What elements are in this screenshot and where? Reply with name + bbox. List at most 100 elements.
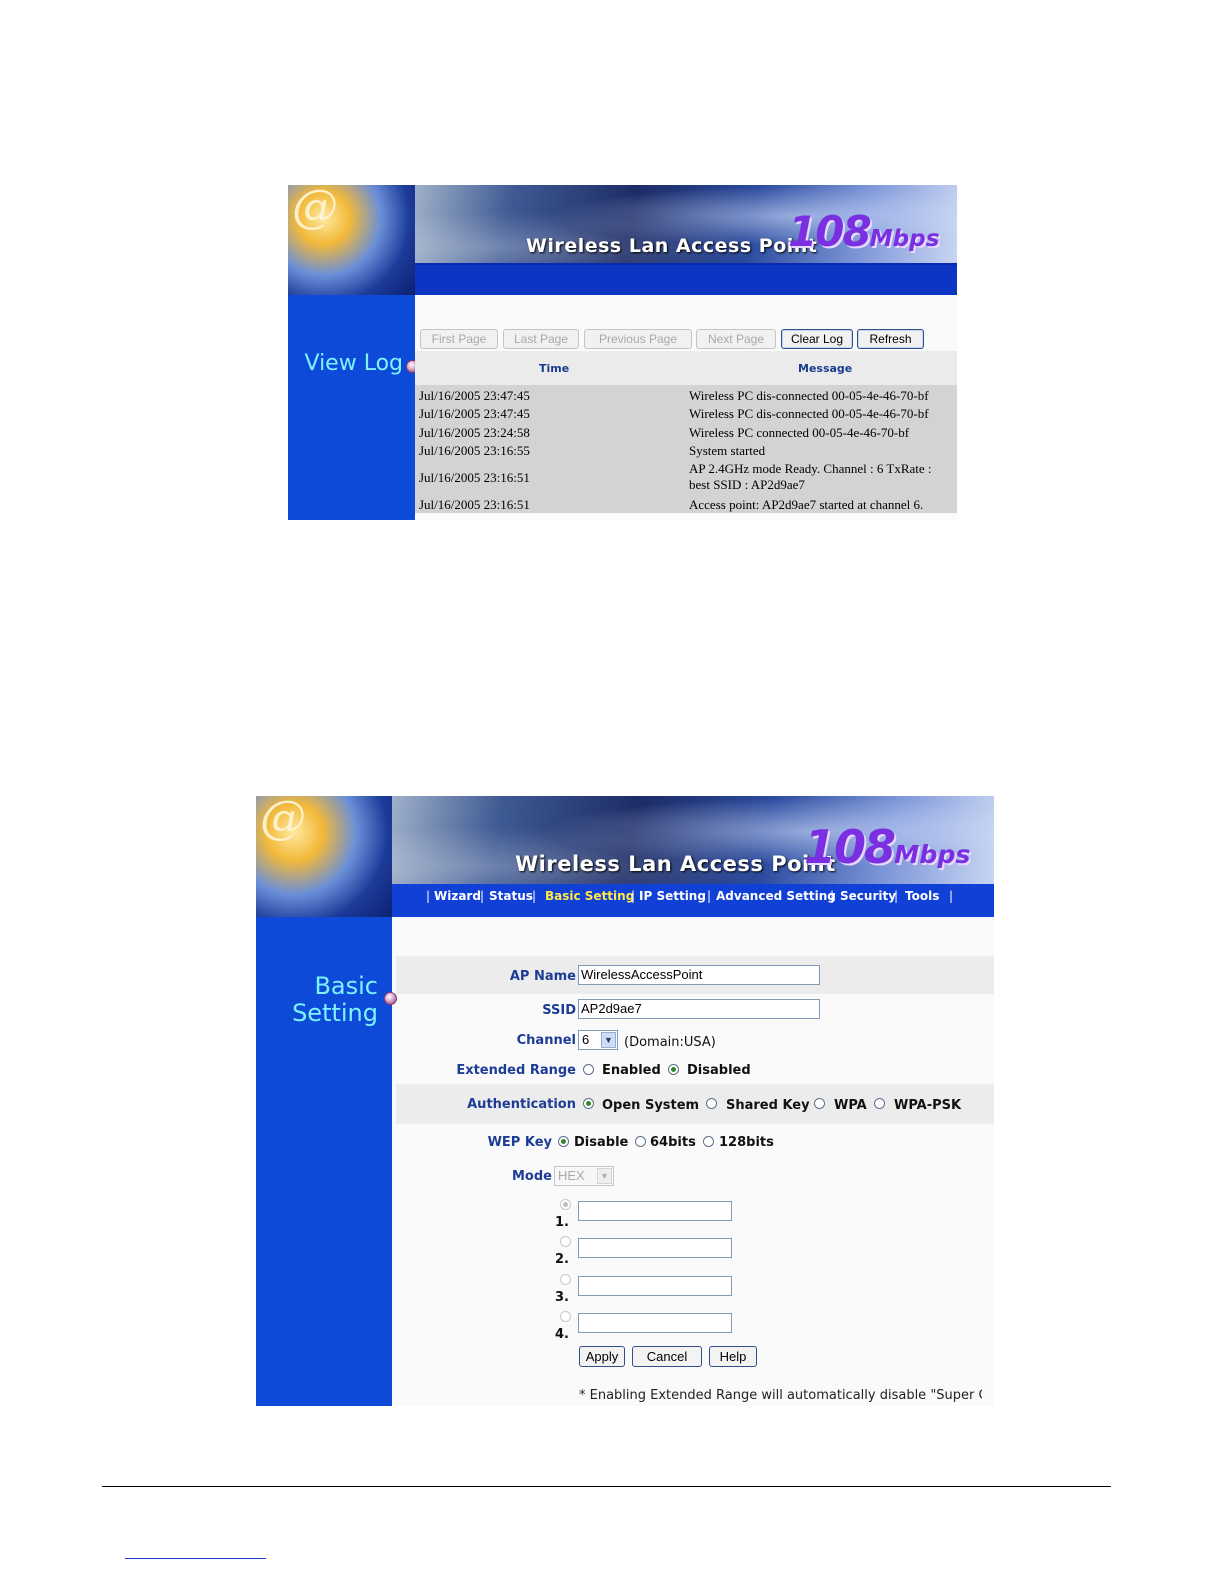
footer-link-underline (125, 1558, 266, 1559)
key-3-radio[interactable] (560, 1274, 571, 1285)
extended-range-disabled-label: Disabled (687, 1063, 751, 1078)
row-message: Wireless PC dis-connected 00-05-4e-46-70… (689, 406, 929, 421)
row-message: Wireless PC dis-connected 00-05-4e-46-70… (689, 388, 929, 403)
chevron-down-icon: ▼ (597, 1168, 612, 1184)
page-title-line2: Setting (292, 999, 378, 1027)
nav-separator: | (631, 889, 636, 903)
auth-wpa-psk-label: WPA-PSK (894, 1098, 962, 1113)
cancel-button[interactable]: Cancel (632, 1346, 702, 1367)
row-message: Access point: AP2d9ae7 started at channe… (689, 497, 924, 512)
help-button[interactable]: Help (709, 1346, 757, 1367)
mode-value: HEX (558, 1168, 585, 1183)
extended-range-enabled-radio[interactable] (583, 1064, 594, 1075)
nav-wizard[interactable]: Wizard (434, 889, 481, 903)
wep-128bits-radio[interactable] (703, 1136, 714, 1147)
key-2-input[interactable] (578, 1238, 732, 1258)
extended-range-label: Extended Range (456, 1063, 576, 1078)
speed-number: 108 (788, 207, 872, 256)
row-time: Jul/16/2005 23:16:55 (419, 443, 530, 458)
column-message: Message (798, 362, 853, 375)
next-page-button[interactable]: Next Page (696, 329, 776, 349)
key-2-radio[interactable] (560, 1236, 571, 1247)
key-1-input[interactable] (578, 1201, 732, 1221)
channel-value: 6 (582, 1032, 590, 1047)
ssid-label: SSID (542, 1003, 576, 1018)
page-title: Basic Setting (292, 974, 378, 1025)
wep-disable-radio[interactable] (558, 1136, 569, 1147)
key-4-number: 4. (555, 1327, 569, 1342)
channel-select[interactable]: 6 ▼ (578, 1030, 618, 1050)
nav-separator: | (830, 889, 835, 903)
nav-ip-setting[interactable]: IP Setting (639, 889, 706, 903)
wep-128bits-label: 128bits (719, 1135, 774, 1150)
clear-log-button[interactable]: Clear Log (781, 329, 853, 349)
wep-key-label: WEP Key (487, 1135, 552, 1150)
page-title: View Log (304, 351, 404, 376)
nav-tools[interactable]: Tools (905, 889, 939, 903)
auth-open-system-label: Open System (602, 1098, 700, 1113)
nav-basic-setting[interactable]: Basic Setting (545, 889, 634, 903)
sidebar: View Log (288, 295, 415, 520)
top-nav: | Wizard | Status | Basic Setting | IP S… (256, 889, 994, 905)
key-2-number: 2. (555, 1252, 569, 1267)
key-4-input[interactable] (578, 1313, 732, 1333)
log-table-header: Time Message (415, 351, 957, 385)
first-page-button[interactable]: First Page (420, 329, 498, 349)
auth-open-system-radio[interactable] (583, 1098, 594, 1109)
nav-security[interactable]: Security (840, 889, 896, 903)
key-1-radio[interactable] (560, 1199, 571, 1210)
banner-title: Wireless Lan Access Point (515, 852, 836, 876)
row-message: System started (689, 443, 766, 458)
auth-wpa-radio[interactable] (814, 1098, 825, 1109)
channel-label: Channel (516, 1033, 576, 1048)
row-time: Jul/16/2005 23:47:45 (419, 388, 530, 403)
view-log-screenshot: @ Wireless Lan Access Point 108Mbps View… (288, 185, 957, 520)
mode-label: Mode (512, 1169, 552, 1184)
banner-speed: 108Mbps (788, 207, 939, 256)
refresh-button[interactable]: Refresh (857, 329, 924, 349)
nav-separator: | (532, 889, 537, 903)
ap-name-input[interactable]: WirelessAccessPoint (578, 965, 820, 985)
extended-range-note: * Enabling Extended Range will automatic… (579, 1388, 982, 1403)
ssid-input[interactable]: AP2d9ae7 (578, 999, 820, 1019)
banner-speed: 108Mbps (804, 820, 970, 874)
wep-64bits-label: 64bits (650, 1135, 696, 1150)
key-3-number: 3. (555, 1290, 569, 1305)
wep-64bits-radio[interactable] (635, 1136, 646, 1147)
apply-button[interactable]: Apply (579, 1346, 625, 1367)
footer-rule (102, 1486, 1111, 1487)
speed-number: 108 (804, 820, 896, 874)
extended-range-disabled-radio[interactable] (668, 1064, 679, 1075)
key-4-radio[interactable] (560, 1311, 571, 1322)
log-table: Jul/16/2005 23:47:45 Wireless PC dis-con… (415, 385, 957, 513)
globe-logo: @ (288, 185, 415, 295)
chevron-down-icon: ▼ (601, 1032, 616, 1048)
row-time: Jul/16/2005 23:16:51 (419, 497, 530, 512)
nav-separator: | (426, 889, 431, 903)
last-page-button[interactable]: Last Page (503, 329, 579, 349)
row-time: Jul/16/2005 23:16:51 (419, 470, 530, 485)
nav-advanced-setting[interactable]: Advanced Setting (716, 889, 836, 903)
channel-domain: (Domain:USA) (624, 1035, 716, 1050)
page-title-line1: Basic (314, 972, 378, 1000)
auth-shared-key-label: Shared Key (726, 1098, 810, 1113)
nav-separator: | (707, 889, 712, 903)
row-time: Jul/16/2005 23:24:58 (419, 425, 530, 440)
key-3-input[interactable] (578, 1276, 732, 1296)
table-row: Jul/16/2005 23:16:51 AP 2.4GHz mode Read… (415, 461, 957, 495)
nav-separator: | (480, 889, 485, 903)
auth-shared-key-radio[interactable] (706, 1098, 717, 1109)
auth-wpa-label: WPA (834, 1098, 867, 1113)
at-logo-icon: @ (260, 796, 306, 844)
wep-disable-label: Disable (574, 1135, 629, 1150)
previous-page-button[interactable]: Previous Page (584, 329, 692, 349)
banner-bar (415, 265, 957, 295)
sidebar: Basic Setting (256, 917, 392, 1406)
auth-wpa-psk-radio[interactable] (874, 1098, 885, 1109)
mode-select[interactable]: HEX ▼ (554, 1166, 614, 1186)
row-message: AP 2.4GHz mode Ready. Channel : 6 TxRate… (689, 461, 932, 492)
header-banner: @ Wireless Lan Access Point 108Mbps (288, 185, 957, 295)
basic-setting-screenshot: @ Wireless Lan Access Point 108Mbps | Wi… (256, 796, 994, 1406)
nav-status[interactable]: Status (489, 889, 533, 903)
authentication-label: Authentication (467, 1097, 576, 1112)
